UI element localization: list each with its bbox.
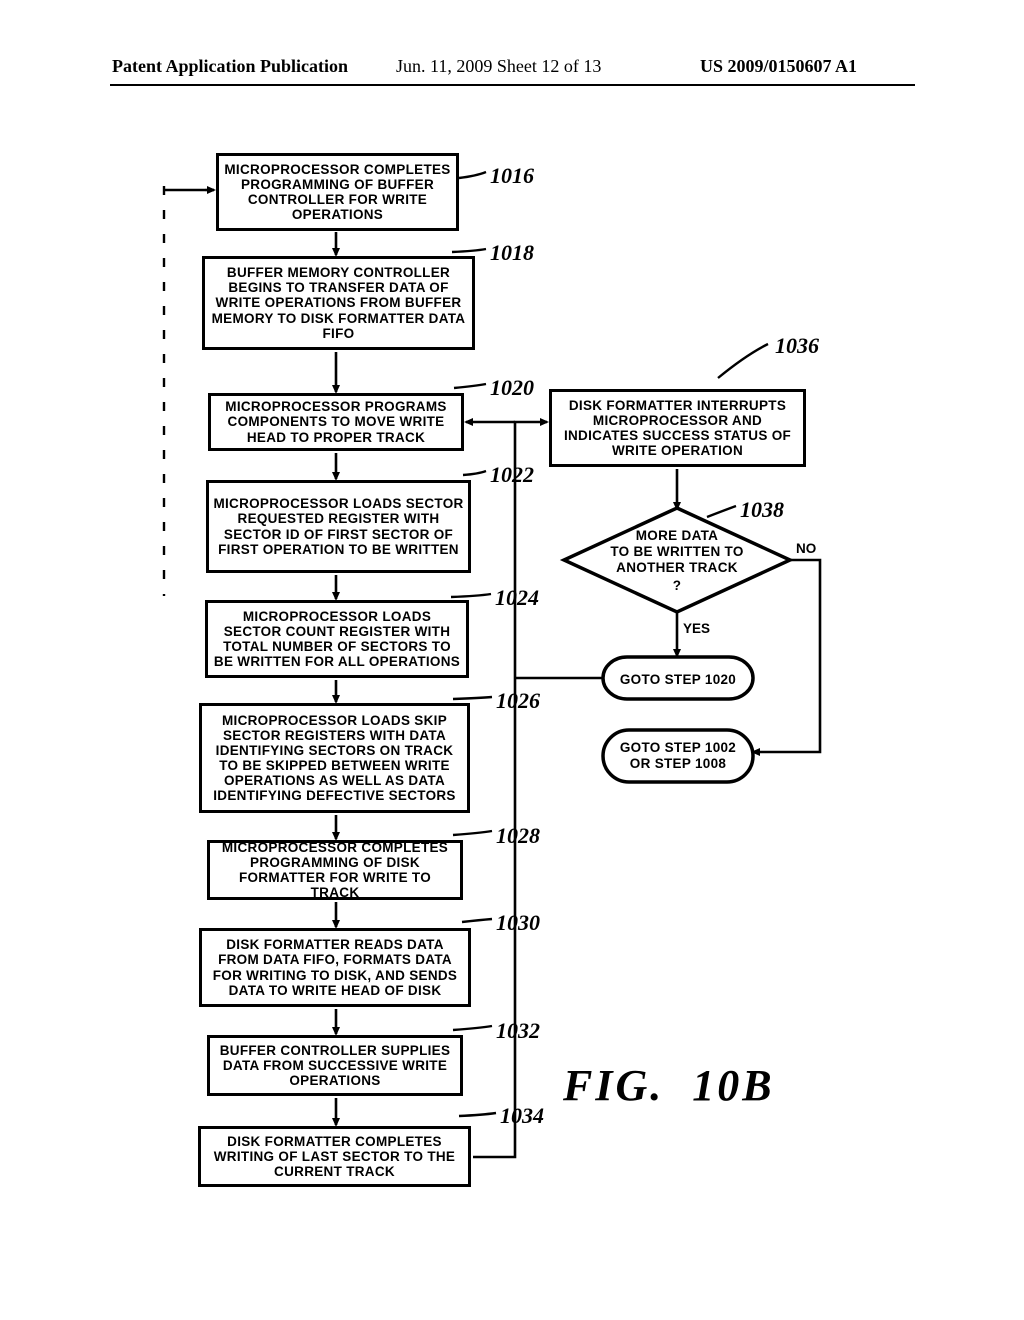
decision-no-label: NO [796,541,816,556]
decision-line3: ANOTHER TRACK [616,560,738,575]
flowchart-connectors: MORE DATA TO BE WRITTEN TO ANOTHER TRACK… [0,0,1024,1320]
decision-yes-label: YES [683,621,710,636]
decision-line2: TO BE WRITTEN TO [610,544,743,559]
goto-1002-line2: OR STEP 1008 [630,756,727,771]
goto-1002-line1: GOTO STEP 1002 [620,740,736,755]
decision-line1: MORE DATA [636,528,718,543]
goto-1020-text: GOTO STEP 1020 [620,672,736,687]
decision-line4: ? [673,578,682,593]
